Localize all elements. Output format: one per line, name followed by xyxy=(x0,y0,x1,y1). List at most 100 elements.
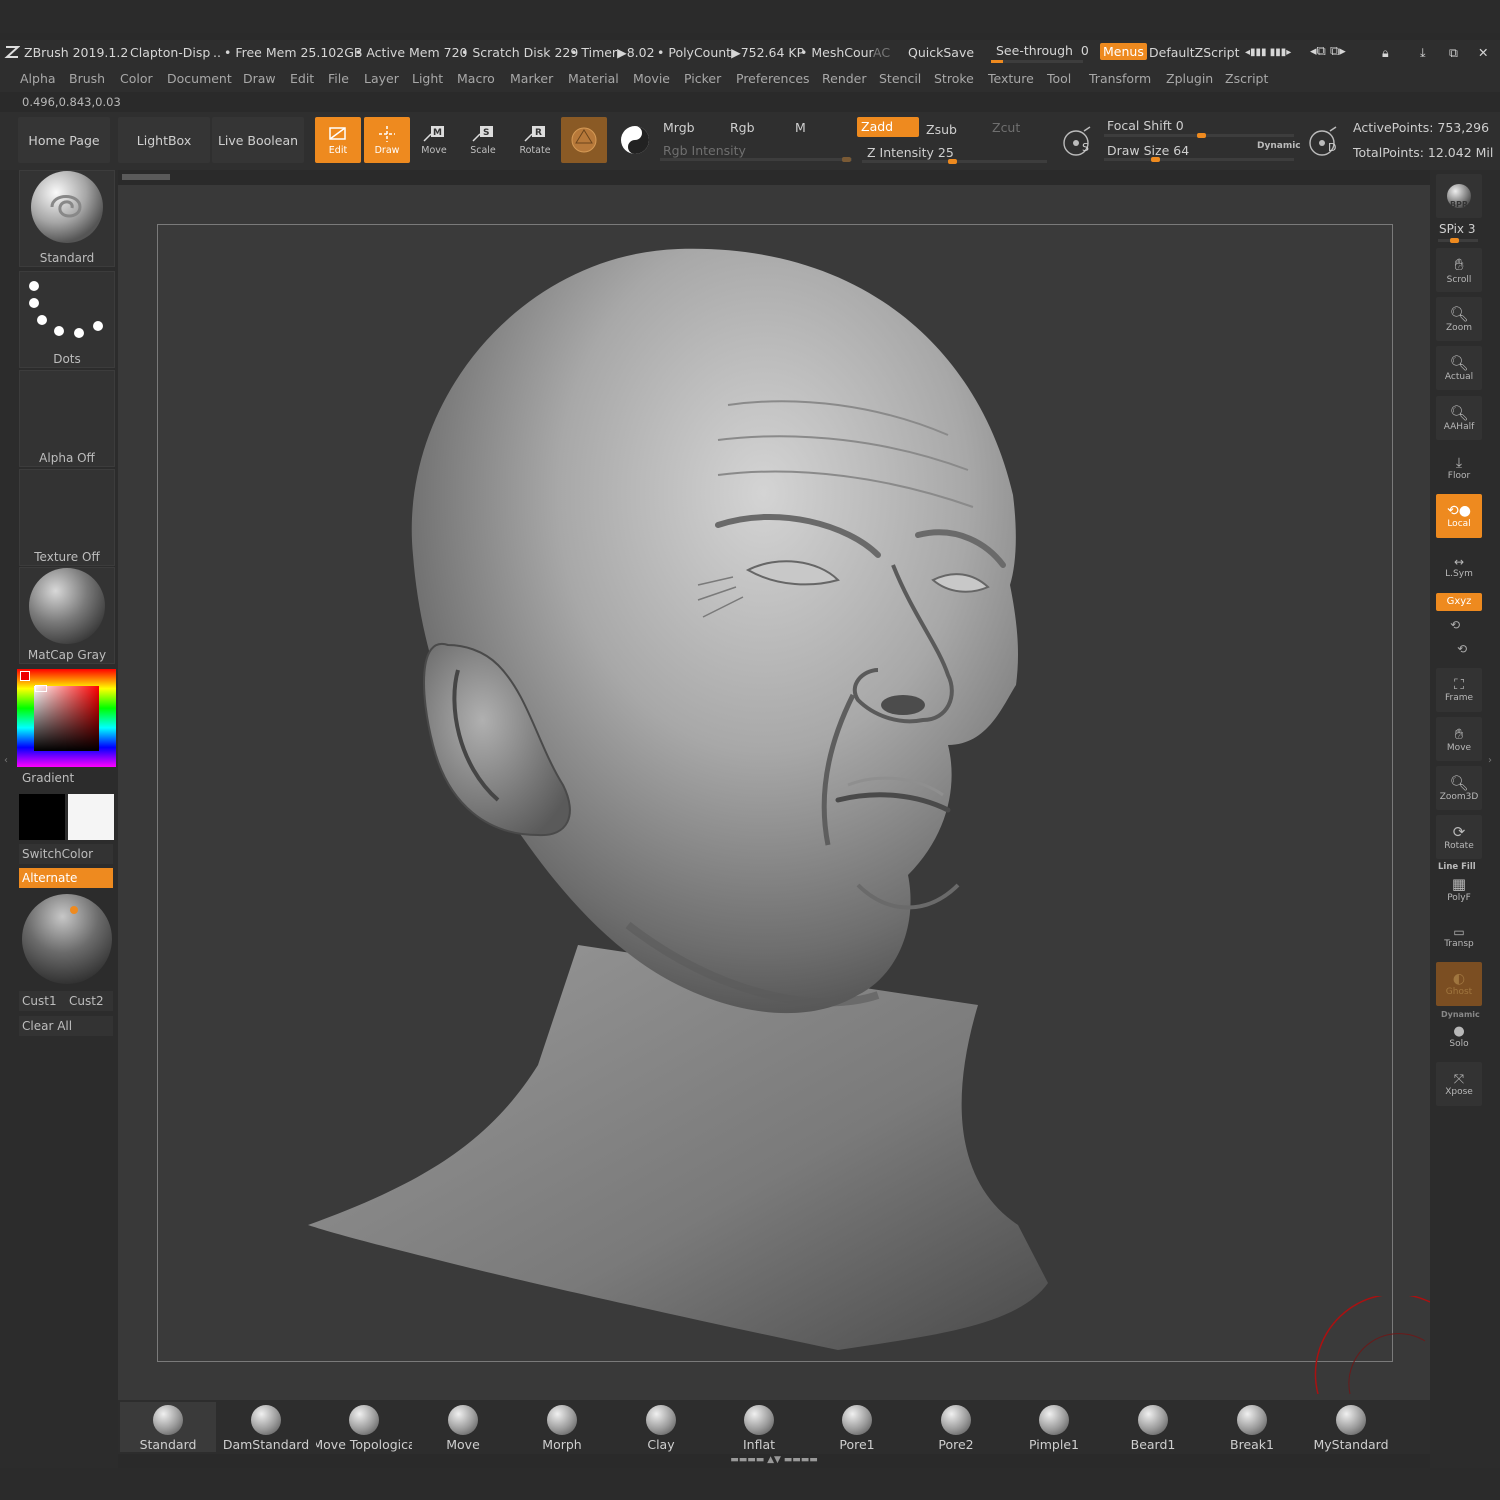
gradient-toggle[interactable]: Gradient xyxy=(22,771,74,785)
rotate-button[interactable]: R Rotate xyxy=(512,117,558,163)
menu-transform[interactable]: Transform xyxy=(1089,71,1151,86)
dynamic-toggle[interactable]: Dynamic xyxy=(1257,141,1301,151)
stroke-thumbnail[interactable]: Dots xyxy=(19,271,115,368)
lsym-button[interactable]: ↔ L.Sym xyxy=(1436,545,1482,589)
brush-thumbnail[interactable]: Standard xyxy=(19,170,115,267)
brush-move[interactable]: Move xyxy=(415,1402,511,1452)
bpr-button[interactable]: BPR xyxy=(1436,174,1482,218)
menus-button[interactable]: Menus xyxy=(1100,43,1147,60)
menu-movie[interactable]: Movie xyxy=(633,71,670,86)
menu-zplugin[interactable]: Zplugin xyxy=(1166,71,1213,86)
solo-button[interactable]: ● Solo xyxy=(1436,1018,1482,1054)
spix-slider[interactable] xyxy=(1438,238,1478,243)
zoom3d-button[interactable]: 🔍︎ Zoom3D xyxy=(1436,766,1482,810)
restore-icon[interactable]: ⧉ xyxy=(1449,45,1458,61)
xyz-button[interactable]: Gxyz xyxy=(1436,593,1482,611)
menu-material[interactable]: Material xyxy=(568,71,619,86)
live-boolean-button[interactable]: Live Boolean xyxy=(212,117,304,163)
zoom-button[interactable]: 🔍︎ Zoom xyxy=(1436,297,1482,341)
color-picker-ring[interactable] xyxy=(17,669,116,767)
zadd-toggle[interactable]: Zadd xyxy=(857,117,919,137)
brush-damstandard[interactable]: DamStandard xyxy=(218,1402,314,1452)
frame-button[interactable]: ⛶ Frame xyxy=(1436,668,1482,712)
brush-morph[interactable]: Morph xyxy=(514,1402,610,1452)
brush-beard1[interactable]: Beard1 xyxy=(1105,1402,1201,1452)
secondary-color-swatch[interactable] xyxy=(19,794,65,840)
move-view-button[interactable]: ✋︎ Move xyxy=(1436,717,1482,761)
layout-icons[interactable]: ◂▮▮▮ ▮▮▮▸ xyxy=(1245,47,1291,58)
material-swatch[interactable] xyxy=(561,117,607,163)
floor-button[interactable]: ⤓ Floor xyxy=(1436,446,1482,490)
light-sphere-icon[interactable] xyxy=(20,893,114,987)
z-intensity-slider[interactable] xyxy=(862,159,1047,164)
canvas-scroll-handle[interactable] xyxy=(122,174,170,180)
menu-stencil[interactable]: Stencil xyxy=(879,71,921,86)
home-page-button[interactable]: Home Page xyxy=(18,117,110,163)
rgb-toggle[interactable]: Rgb xyxy=(730,120,755,135)
menu-picker[interactable]: Picker xyxy=(684,71,721,86)
brush-standard[interactable]: Standard xyxy=(120,1402,216,1452)
xpose-button[interactable]: ⤧ Xpose xyxy=(1436,1062,1482,1106)
menu-stroke[interactable]: Stroke xyxy=(934,71,974,86)
color-marker[interactable] xyxy=(35,685,47,692)
navigation-gizmo-icon[interactable] xyxy=(1310,1296,1430,1396)
material-thumbnail[interactable]: MatCap Gray xyxy=(19,567,115,664)
brush-move-topological[interactable]: Move Topologica xyxy=(316,1402,412,1452)
menu-preferences[interactable]: Preferences xyxy=(736,71,810,86)
rgb-intensity-slider[interactable] xyxy=(660,157,852,162)
zsub-toggle[interactable]: Zsub xyxy=(926,122,957,137)
color-picker-square[interactable] xyxy=(34,686,99,751)
actual-button[interactable]: 🔍︎ Actual xyxy=(1436,346,1482,390)
zcut-toggle[interactable]: Zcut xyxy=(992,120,1020,135)
menu-edit[interactable]: Edit xyxy=(290,71,314,86)
brush-clay[interactable]: Clay xyxy=(613,1402,709,1452)
draw-button[interactable]: Draw xyxy=(364,117,410,163)
move-button[interactable]: M Move xyxy=(411,117,457,163)
m-toggle[interactable]: M xyxy=(795,120,806,135)
ghost-button[interactable]: ◐ Ghost xyxy=(1436,962,1482,1006)
focal-shift-slider[interactable] xyxy=(1104,133,1294,138)
lightbox-button[interactable]: LightBox xyxy=(118,117,210,163)
mrgb-toggle[interactable]: Mrgb xyxy=(663,120,695,135)
close-icon[interactable]: ✕ xyxy=(1478,45,1488,60)
menu-tool[interactable]: Tool xyxy=(1047,71,1071,86)
menu-macro[interactable]: Macro xyxy=(457,71,495,86)
brush-pimple1[interactable]: Pimple1 xyxy=(1006,1402,1102,1452)
line-fill-toggle[interactable]: Line Fill xyxy=(1438,862,1476,872)
shelf-scroll-handle[interactable]: ▬▬▬▬ ▲▼ ▬▬▬▬ xyxy=(708,1455,840,1465)
menu-brush[interactable]: Brush xyxy=(69,71,105,86)
menu-draw[interactable]: Draw xyxy=(243,71,276,86)
brush-inflat[interactable]: Inflat xyxy=(711,1402,807,1452)
aahalf-button[interactable]: 🔍︎ AAHalf xyxy=(1436,396,1482,440)
edit-button[interactable]: Edit xyxy=(315,117,361,163)
polyf-button[interactable]: ▦ PolyF xyxy=(1436,872,1482,906)
cust2-button[interactable]: Cust2 xyxy=(65,991,113,1011)
switchcolor-button[interactable]: SwitchColor xyxy=(19,844,113,864)
menu-alpha[interactable]: Alpha xyxy=(20,71,56,86)
default-zscript-button[interactable]: DefaultZScript xyxy=(1149,45,1240,60)
brush-break1[interactable]: Break1 xyxy=(1204,1402,1300,1452)
brush-pore2[interactable]: Pore2 xyxy=(908,1402,1004,1452)
dynamesh-d-icon[interactable]: D xyxy=(1306,125,1342,161)
rotate-y-icon[interactable]: ⟲ xyxy=(1450,618,1460,632)
clear-all-button[interactable]: Clear All xyxy=(19,1016,113,1036)
menu-light[interactable]: Light xyxy=(412,71,443,86)
scale-button[interactable]: S Scale xyxy=(460,117,506,163)
alpha-thumbnail[interactable]: Alpha Off xyxy=(19,370,115,467)
menu-render[interactable]: Render xyxy=(822,71,867,86)
menu-zscript[interactable]: Zscript xyxy=(1225,71,1268,86)
tray-collapse-right-icon[interactable]: › xyxy=(1488,755,1492,766)
menu-layer[interactable]: Layer xyxy=(364,71,399,86)
tray-collapse-left-icon[interactable]: ‹ xyxy=(4,755,12,773)
sculptris-pro-s-icon[interactable]: S xyxy=(1060,125,1096,161)
quicksave-button[interactable]: QuickSave xyxy=(908,45,974,60)
see-through-track[interactable] xyxy=(991,60,1083,63)
lock-icon[interactable]: 🔒︎ xyxy=(1382,45,1389,61)
local-button[interactable]: ⟲● Local xyxy=(1436,494,1482,538)
texture-thumbnail[interactable]: Texture Off xyxy=(19,469,115,566)
rotate-z-icon[interactable]: ⟲ xyxy=(1457,642,1467,656)
color-swatch[interactable] xyxy=(612,117,658,163)
ui-layout-icons[interactable]: ◂⧉ ⧉▸ xyxy=(1310,44,1346,59)
draw-size-slider[interactable] xyxy=(1104,157,1294,162)
primary-color-swatch[interactable] xyxy=(68,794,114,840)
